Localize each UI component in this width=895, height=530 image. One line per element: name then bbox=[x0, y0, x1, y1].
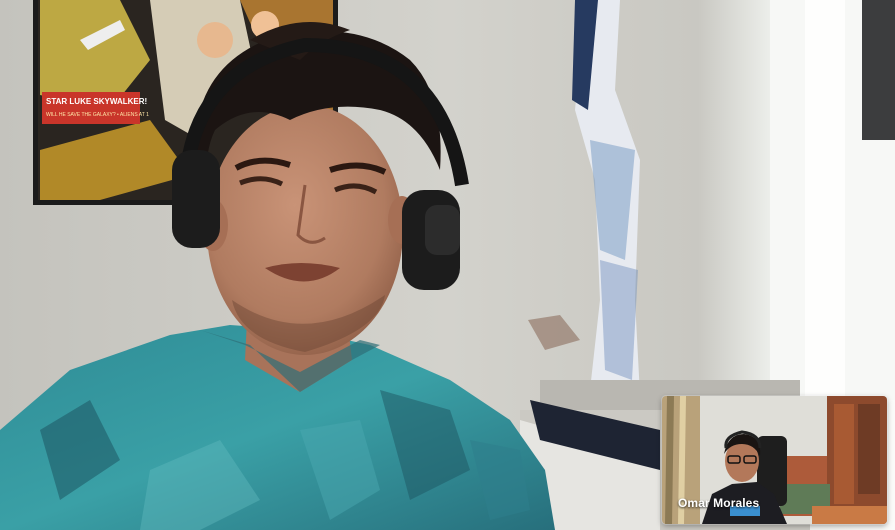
video-call-window: STAR LUKE SKYWALKER! WILL HE SAVE THE GA… bbox=[0, 0, 895, 530]
poster-banner-line2: WILL HE SAVE THE GALAXY? • ALIENS AT 1 bbox=[46, 112, 149, 118]
poster-banner-line1: STAR LUKE SKYWALKER! bbox=[46, 97, 147, 106]
participant-name-label: Omar Morales bbox=[678, 496, 760, 510]
self-view-tile[interactable]: Omar Morales bbox=[662, 396, 887, 524]
